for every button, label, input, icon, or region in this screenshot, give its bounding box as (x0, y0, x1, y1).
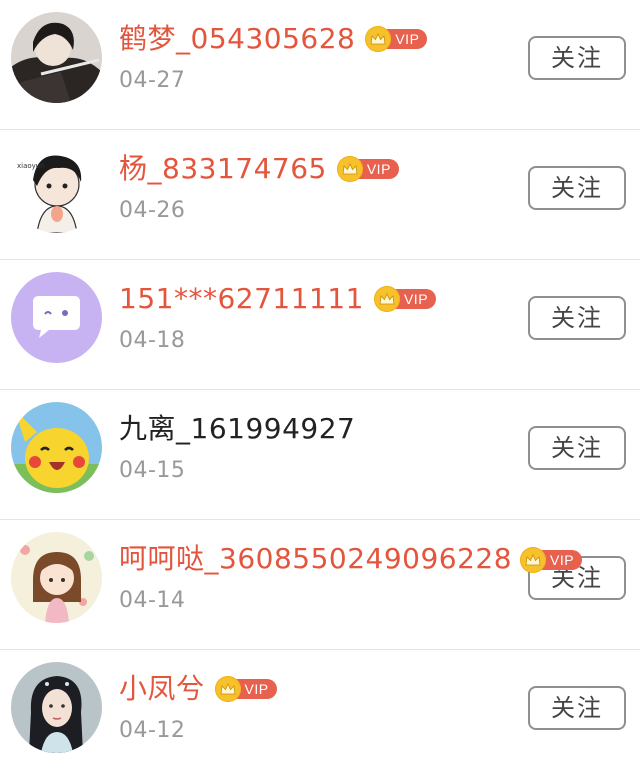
vip-badge: VIP (365, 26, 428, 52)
vip-badge: VIP (336, 156, 399, 182)
follow-button[interactable]: 关注 (528, 36, 626, 80)
follow-date: 04-15 (119, 458, 186, 483)
follow-date: 04-26 (119, 198, 186, 223)
crown-icon (336, 156, 363, 182)
vip-badge: VIP (520, 547, 583, 573)
follow-button[interactable]: 关注 (528, 296, 626, 340)
username[interactable]: 呵呵哒_3608550249096228 (119, 538, 512, 580)
crown-icon (214, 676, 241, 702)
username[interactable]: 151***62711111 (119, 278, 364, 320)
username[interactable]: 小凤兮 (119, 668, 205, 710)
follow-date: 04-12 (119, 718, 186, 743)
crown-icon (373, 286, 400, 312)
list-item[interactable]: 鹤梦_054305628 VIP 04-27 关注 (0, 0, 640, 130)
anime-swordsman-avatar[interactable] (11, 12, 102, 103)
svg-text:xiaoyun: xiaoyun (17, 162, 45, 170)
follow-date: 04-27 (119, 68, 186, 93)
vip-badge: VIP (214, 676, 277, 702)
follow-button[interactable]: 关注 (528, 686, 626, 730)
vip-badge: VIP (373, 286, 437, 312)
list-item[interactable]: 九离_161994927 04-15 关注 (0, 390, 640, 520)
woman-portrait-avatar[interactable] (11, 662, 102, 753)
list-item[interactable]: 小凤兮 VIP 04-12 关注 (0, 650, 640, 780)
list-item[interactable]: xiaoyun 杨_833174765 VIP 04-26 关注 (0, 130, 640, 260)
list-item[interactable]: 呵呵哒_3608550249096228 VIP 04-14 关注 (0, 520, 640, 650)
follower-list: 鹤梦_054305628 VIP 04-27 关注 xiaoyun 杨_8331… (0, 0, 640, 780)
pikachu-avatar[interactable] (11, 402, 102, 493)
follow-button[interactable]: 关注 (528, 166, 626, 210)
chat-bubble-avatar[interactable] (11, 272, 102, 363)
cartoon-boy-avatar[interactable]: xiaoyun (11, 142, 102, 233)
crown-icon (520, 547, 546, 573)
list-item[interactable]: 151***62711111 VIP 04-18 关注 (0, 260, 640, 390)
follow-button[interactable]: 关注 (528, 426, 626, 470)
follow-date: 04-18 (119, 328, 186, 353)
username[interactable]: 杨_833174765 (119, 148, 327, 190)
username[interactable]: 鹤梦_054305628 (119, 18, 355, 60)
username[interactable]: 九离_161994927 (119, 408, 355, 450)
follow-date: 04-14 (119, 588, 186, 613)
cartoon-girl-avatar[interactable] (11, 532, 102, 623)
